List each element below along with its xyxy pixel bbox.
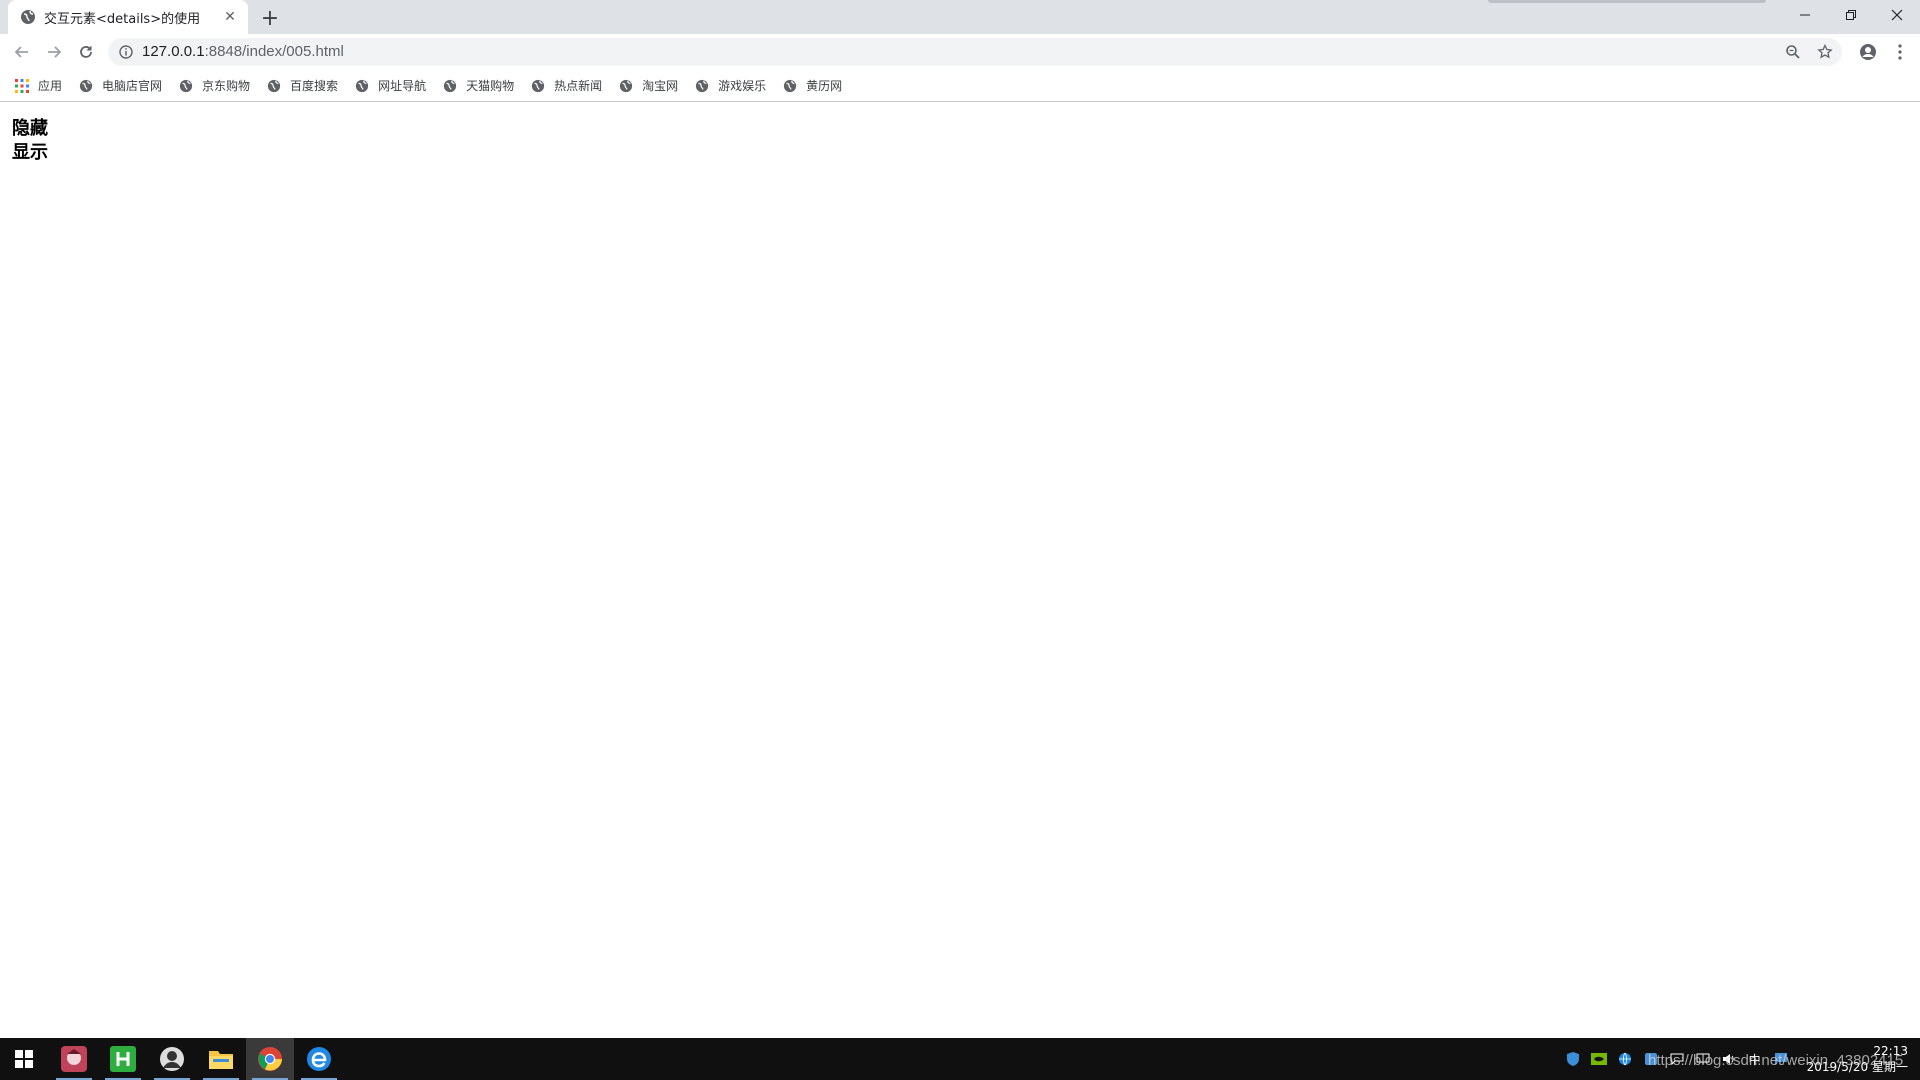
globe-icon xyxy=(266,78,282,94)
globe-icon xyxy=(782,78,798,94)
url-host: 127.0.0.1 xyxy=(142,43,205,60)
taskbar-app-anime[interactable] xyxy=(50,1038,98,1080)
browser-window: 交互元素<details>的使用 ✕ + 127.0.0.1:8848/inde… xyxy=(0,0,1920,1080)
window-controls xyxy=(1782,0,1920,30)
bookmark-label: 淘宝网 xyxy=(642,79,679,93)
bookmark-item[interactable]: 百度搜索 xyxy=(264,74,346,98)
bookmark-label: 游戏娱乐 xyxy=(718,79,767,93)
bookmark-label: 京东购物 xyxy=(202,79,251,93)
minimize-button[interactable] xyxy=(1782,0,1828,30)
bookmark-item[interactable]: 京东购物 xyxy=(176,74,258,98)
bookmark-item[interactable]: 热点新闻 xyxy=(528,74,610,98)
hbuilder-icon xyxy=(110,1046,136,1072)
taskbar-app-ie[interactable] xyxy=(295,1038,343,1080)
taskbar-app-hbuilder[interactable] xyxy=(99,1038,147,1080)
security-shield-icon[interactable] xyxy=(1565,1051,1581,1067)
back-button[interactable] xyxy=(10,40,34,64)
close-window-button[interactable] xyxy=(1874,0,1920,30)
folder-icon xyxy=(209,1051,233,1069)
globe-icon xyxy=(78,78,94,94)
network-globe-icon[interactable] xyxy=(1617,1051,1633,1067)
taskbar-app-explorer[interactable] xyxy=(197,1038,245,1080)
new-tab-button[interactable]: + xyxy=(258,6,282,31)
tab-strip-overlay xyxy=(1488,0,1766,3)
bookmark-item[interactable]: 网址导航 xyxy=(352,74,434,98)
apps-grid-icon xyxy=(14,78,30,94)
bookmark-label: 网址导航 xyxy=(378,79,427,93)
user-avatar-icon xyxy=(160,1047,184,1071)
start-button[interactable] xyxy=(0,1038,48,1080)
browser-tab[interactable]: 交互元素<details>的使用 ✕ xyxy=(8,0,248,34)
globe-icon xyxy=(20,9,36,25)
bookmark-item[interactable]: 黄历网 xyxy=(780,74,850,98)
details-summary-show[interactable]: 显示 xyxy=(12,141,48,165)
url-text: 127.0.0.1:8848/index/005.html xyxy=(142,43,344,61)
bookmark-label: 热点新闻 xyxy=(554,79,603,93)
bookmark-item[interactable]: 电脑店官网 xyxy=(76,74,170,98)
chrome-icon xyxy=(258,1047,282,1071)
bookmarks-bar: 应用 电脑店官网 京东购物 百度搜索 网址导航 天猫购物 热点新闻 淘宝网 游戏… xyxy=(0,70,1920,102)
address-bar[interactable]: 127.0.0.1:8848/index/005.html xyxy=(108,38,1842,66)
ie-icon xyxy=(307,1047,331,1071)
close-tab-icon[interactable]: ✕ xyxy=(222,9,238,25)
url-path: :8848/index/005.html xyxy=(204,43,344,60)
bookmark-label: 应用 xyxy=(38,79,63,93)
browser-toolbar: 127.0.0.1:8848/index/005.html xyxy=(0,34,1920,70)
bookmark-label: 电脑店官网 xyxy=(102,79,163,93)
bookmark-item[interactable]: 淘宝网 xyxy=(616,74,686,98)
back-arrow-icon xyxy=(14,46,28,58)
taskbar-app-user[interactable] xyxy=(148,1038,196,1080)
bookmark-label: 黄历网 xyxy=(806,79,843,93)
details-summary-hide[interactable]: 隐藏 xyxy=(12,117,48,141)
tab-title: 交互元素<details>的使用 xyxy=(44,11,201,27)
globe-icon xyxy=(694,78,710,94)
globe-icon xyxy=(354,78,370,94)
menu-dots-icon[interactable] xyxy=(1888,40,1912,64)
globe-icon xyxy=(618,78,634,94)
reload-button[interactable] xyxy=(74,40,98,64)
watermark-text: https://blog.csdn.net/weixin_43802415 xyxy=(1648,1052,1904,1069)
zoom-icon[interactable] xyxy=(1782,42,1804,62)
anime-app-icon xyxy=(61,1046,87,1072)
page-content: 隐藏 显示 xyxy=(0,103,1920,1038)
globe-icon xyxy=(442,78,458,94)
taskbar-app-chrome[interactable] xyxy=(246,1038,294,1080)
bookmark-item[interactable]: 游戏娱乐 xyxy=(692,74,774,98)
profile-avatar-icon[interactable] xyxy=(1856,40,1880,64)
nvidia-icon[interactable] xyxy=(1590,1051,1607,1067)
windows-taskbar: 中 22:13 2019/5/20 星期一 xyxy=(0,1038,1920,1080)
globe-icon xyxy=(178,78,194,94)
reload-icon xyxy=(80,46,92,58)
site-info-icon[interactable] xyxy=(118,44,134,60)
tab-strip: 交互元素<details>的使用 ✕ + xyxy=(0,0,1920,34)
bookmark-apps[interactable]: 应用 xyxy=(12,74,70,98)
bookmark-item[interactable]: 天猫购物 xyxy=(440,74,522,98)
bookmark-label: 百度搜索 xyxy=(290,79,339,93)
windows-logo-icon xyxy=(15,1050,33,1068)
bookmark-label: 天猫购物 xyxy=(466,79,515,93)
forward-arrow-icon xyxy=(48,46,62,58)
globe-icon xyxy=(530,78,546,94)
forward-button[interactable] xyxy=(42,40,66,64)
restore-button[interactable] xyxy=(1828,0,1874,30)
bookmark-star-icon[interactable] xyxy=(1814,42,1836,62)
